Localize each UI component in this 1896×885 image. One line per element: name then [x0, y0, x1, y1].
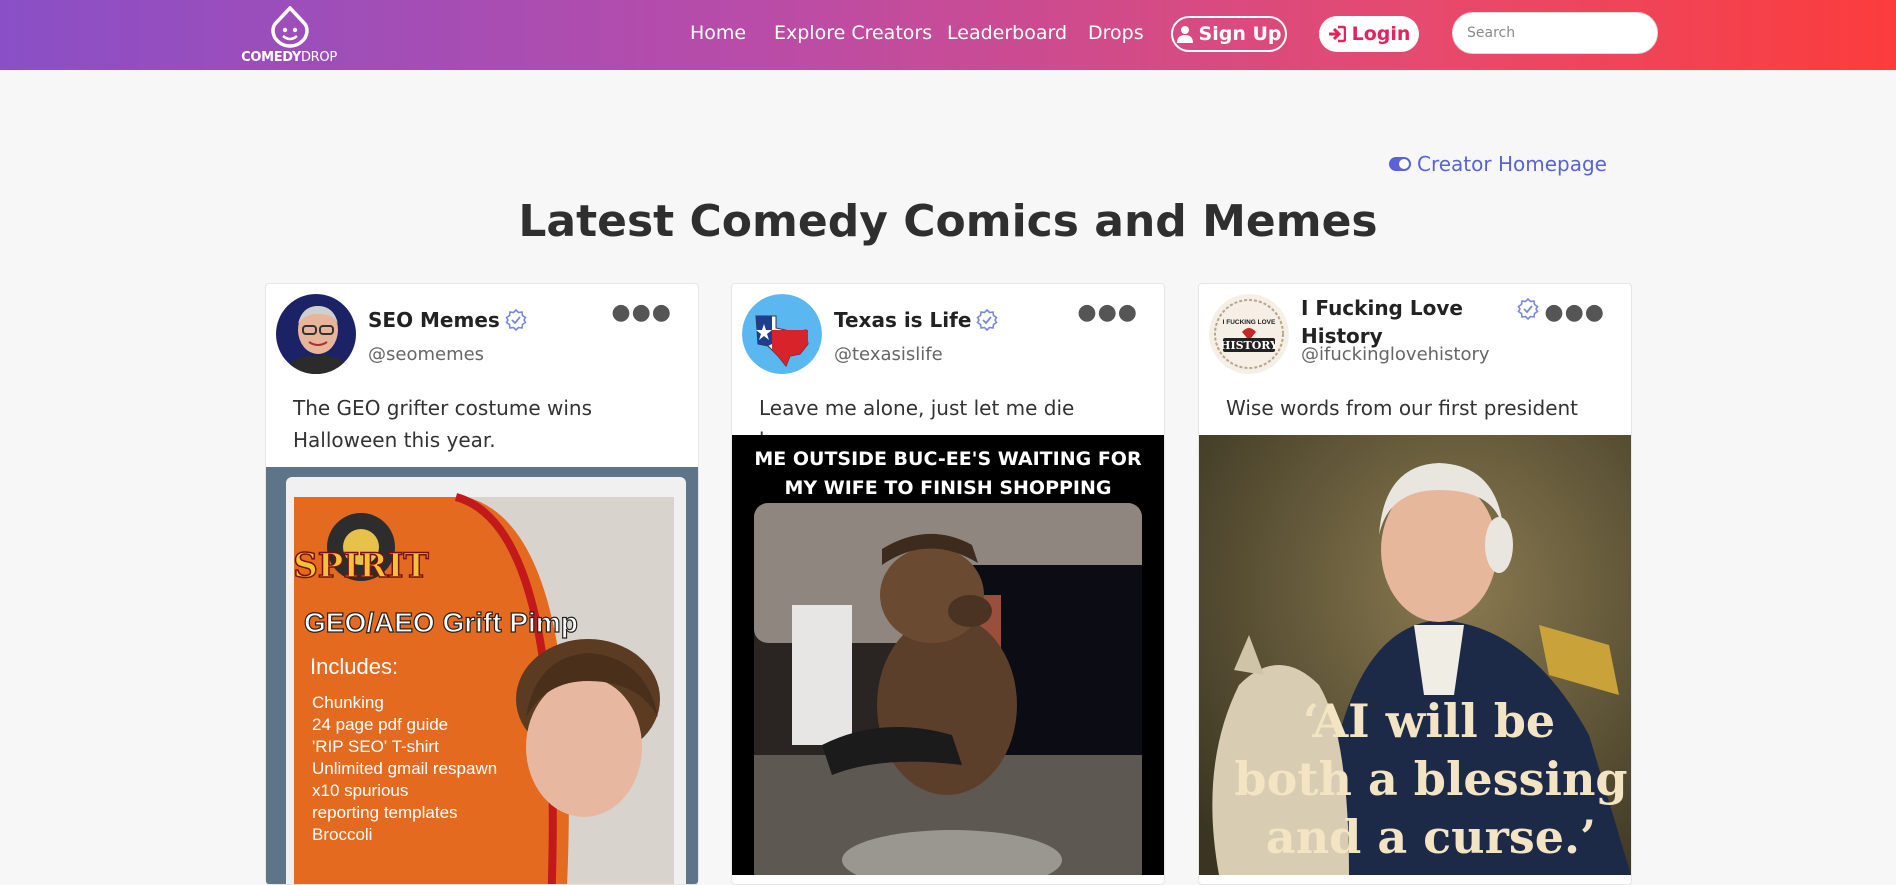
avatar[interactable] [742, 294, 822, 374]
login-label: Login [1351, 23, 1411, 45]
sign-in-icon [1328, 25, 1346, 43]
meme-top-text: MY WIFE TO FINISH SHOPPING [785, 477, 1112, 499]
more-options-icon[interactable]: ●●● [1544, 302, 1605, 324]
user-icon [1176, 26, 1193, 43]
included-item: reporting templates [312, 803, 458, 822]
nav-drops[interactable]: Drops [1088, 22, 1144, 44]
avatar-image: I FUCKING LOVE HISTORY [1209, 294, 1289, 374]
avatar[interactable]: I FUCKING LOVE HISTORY [1209, 294, 1289, 374]
avatar[interactable] [276, 294, 356, 374]
nav-explore-creators[interactable]: Explore Creators [774, 22, 932, 44]
product-name-text: GEO/AEO Grift Pimp [304, 607, 578, 638]
more-options-icon[interactable]: ●●● [1077, 302, 1138, 324]
creator-homepage-link[interactable]: Creator Homepage [1389, 152, 1607, 176]
login-button[interactable]: Login [1319, 16, 1419, 52]
creator-handle[interactable]: @ifuckinglovehistory [1301, 344, 1490, 365]
creator-name[interactable]: SEO Memes [368, 308, 527, 332]
signup-button[interactable]: Sign Up [1171, 16, 1287, 52]
post-caption: The GEO grifter costume wins Halloween t… [293, 396, 593, 452]
creator-homepage-label: Creator Homepage [1417, 152, 1607, 176]
comedydrop-logo[interactable]: COMEDYDROP [236, 6, 342, 66]
included-item: Unlimited gmail respawn [312, 759, 497, 778]
included-item: Chunking [312, 693, 384, 712]
verified-badge-icon [1517, 298, 1539, 320]
included-item: Broccoli [312, 825, 372, 844]
post-image[interactable]: SPIRIT GEO/AEO Grift Pimp Includes: Chun… [266, 467, 698, 884]
post-card: SEO Memes @seomemes ●●● The GEO grifter … [265, 283, 699, 885]
quote-text: ‘AI will be [1303, 694, 1555, 748]
search-input[interactable] [1452, 12, 1658, 54]
quote-text: both a blessing [1234, 752, 1627, 806]
verified-badge-icon [976, 309, 998, 331]
bucees-meme-image: ME OUTSIDE BUC-EE'S WAITING FOR MY WIFE … [732, 435, 1164, 875]
post-card: Texas is Life @texasislife ●●● Leave me … [731, 283, 1165, 885]
nav-leaderboard[interactable]: Leaderboard [947, 22, 1067, 44]
avatar-logo-text: I FUCKING LOVE [1223, 319, 1276, 326]
included-item: 'RIP SEO' T-shirt [312, 737, 439, 756]
post-caption: Wise words from our first president [1226, 396, 1579, 420]
avatar-image [742, 294, 822, 374]
costume-package-image: SPIRIT GEO/AEO Grift Pimp Includes: Chun… [266, 467, 698, 884]
washington-portrait-image: ‘AI will be both a blessing and a curse.… [1199, 435, 1631, 875]
spirit-brand-text: SPIRIT [293, 546, 429, 586]
signup-label: Sign Up [1198, 23, 1282, 45]
included-item: x10 spurious [312, 781, 408, 800]
meme-top-text: ME OUTSIDE BUC-EE'S WAITING FOR [754, 448, 1142, 470]
nav-home[interactable]: Home [690, 22, 746, 44]
includes-label-text: Includes: [310, 654, 398, 679]
verified-badge-icon [505, 309, 527, 331]
creator-handle[interactable]: @texasislife [834, 344, 943, 365]
included-item: 24 page pdf guide [312, 715, 448, 734]
post-image[interactable]: ME OUTSIDE BUC-EE'S WAITING FOR MY WIFE … [732, 435, 1164, 875]
avatar-logo-text: HISTORY [1220, 339, 1278, 352]
post-card: I FUCKING LOVE HISTORY I Fucking Love Hi… [1198, 283, 1632, 885]
avatar-image [276, 294, 356, 374]
creator-name[interactable]: Texas is Life [834, 308, 998, 332]
quote-text: and a curse.’ [1266, 810, 1596, 864]
top-navbar: COMEDYDROP Home Explore Creators Leaderb… [0, 0, 1896, 70]
page-title: Latest Comedy Comics and Memes [518, 196, 1378, 247]
logo-wordmark: COMEDYDROP [241, 50, 337, 65]
post-image[interactable]: ‘AI will be both a blessing and a curse.… [1199, 435, 1631, 875]
toggle-icon [1389, 157, 1411, 171]
creator-name[interactable]: I Fucking Love History [1301, 294, 1541, 350]
creator-handle[interactable]: @seomemes [368, 344, 484, 365]
logo-drop-icon [271, 6, 309, 48]
more-options-icon[interactable]: ●●● [611, 302, 672, 324]
